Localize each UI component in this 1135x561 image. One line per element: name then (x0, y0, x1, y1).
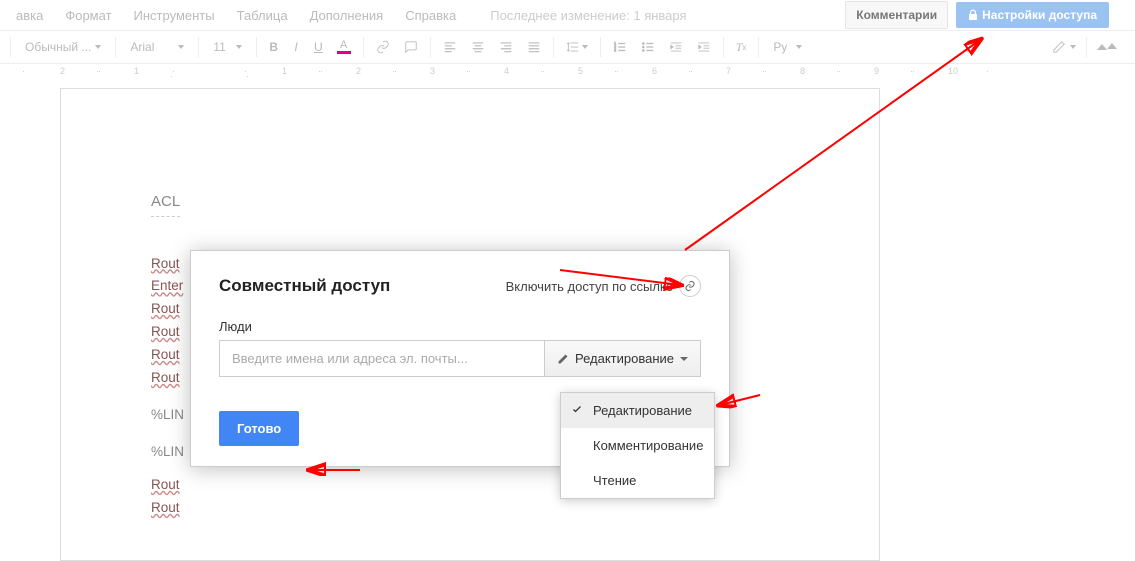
doc-line: Rout (151, 497, 789, 520)
menu-addons[interactable]: Дополнения (302, 4, 392, 27)
toolbar: Обычный ... Arial 11 B I U A 123 Tx Ру (0, 30, 1135, 64)
link-icon (679, 275, 701, 297)
share-dialog-title: Совместный доступ (219, 276, 390, 296)
share-button-label: Настройки доступа (982, 8, 1097, 22)
align-justify-button[interactable] (521, 36, 547, 58)
italic-button[interactable]: I (286, 36, 306, 58)
font-size-dropdown[interactable]: 11 (205, 36, 250, 58)
permission-menu: Редактирование Комментирование Чтение (560, 392, 715, 499)
permission-option-read[interactable]: Чтение (561, 463, 714, 498)
permission-option-comment[interactable]: Комментирование (561, 428, 714, 463)
increase-indent-button[interactable] (691, 36, 717, 58)
caret-down-icon (95, 45, 101, 49)
numbered-list-button[interactable]: 123 (607, 36, 633, 58)
align-center-button[interactable] (465, 36, 491, 58)
people-label: Люди (219, 319, 701, 334)
caret-down-icon (236, 45, 242, 49)
bulleted-list-button[interactable] (635, 36, 661, 58)
align-left-button[interactable] (437, 36, 463, 58)
insert-link-button[interactable] (370, 36, 396, 58)
menu-format[interactable]: Формат (57, 4, 119, 27)
svg-text:3: 3 (614, 49, 616, 53)
menu-insert-partial[interactable]: авка (8, 4, 51, 27)
caret-down-icon (680, 357, 688, 361)
menubar: авка Формат Инструменты Таблица Дополнен… (0, 0, 1135, 30)
align-right-button[interactable] (493, 36, 519, 58)
share-caret-icon[interactable] (1119, 13, 1127, 17)
pencil-icon (557, 353, 569, 365)
text-color-button[interactable]: A (331, 36, 357, 58)
caret-down-icon (796, 45, 802, 49)
menu-tools[interactable]: Инструменты (126, 4, 223, 27)
editing-mode-button[interactable] (1046, 36, 1082, 58)
clear-formatting-button[interactable]: Tx (730, 36, 753, 58)
chevron-up-icon (1097, 44, 1107, 50)
last-change-label: Последнее изменение: 1 января (490, 8, 686, 23)
input-language-dropdown[interactable]: Ру (765, 36, 810, 58)
chevron-up-icon (1107, 43, 1117, 49)
paragraph-style-dropdown[interactable]: Обычный ... (17, 36, 109, 58)
people-input[interactable] (219, 340, 545, 377)
caret-down-icon (582, 45, 588, 49)
permission-option-edit[interactable]: Редактирование (561, 393, 714, 428)
menu-help[interactable]: Справка (397, 4, 464, 27)
enable-link-sharing-button[interactable]: Включить доступ по ссылке (506, 275, 701, 297)
ruler: 2 1 1 2 3 4 5 6 7 8 9 10 (0, 64, 1135, 78)
caret-down-icon (1070, 45, 1076, 49)
menu-table[interactable]: Таблица (229, 4, 296, 27)
done-button[interactable]: Готово (219, 411, 299, 446)
font-dropdown[interactable]: Arial (122, 36, 192, 58)
share-settings-button[interactable]: Настройки доступа (956, 2, 1109, 28)
comments-button[interactable]: Комментарии (845, 1, 948, 29)
underline-button[interactable]: U (308, 36, 329, 58)
collapse-toolbar-button[interactable] (1091, 36, 1123, 58)
doc-heading: ACL (151, 189, 180, 217)
check-icon (571, 403, 583, 415)
line-spacing-button[interactable] (560, 36, 594, 58)
permission-dropdown-button[interactable]: Редактирование (545, 340, 701, 377)
lock-icon (968, 9, 978, 21)
insert-comment-button[interactable] (398, 36, 424, 58)
bold-button[interactable]: B (263, 36, 284, 58)
decrease-indent-button[interactable] (663, 36, 689, 58)
caret-down-icon (178, 45, 184, 49)
